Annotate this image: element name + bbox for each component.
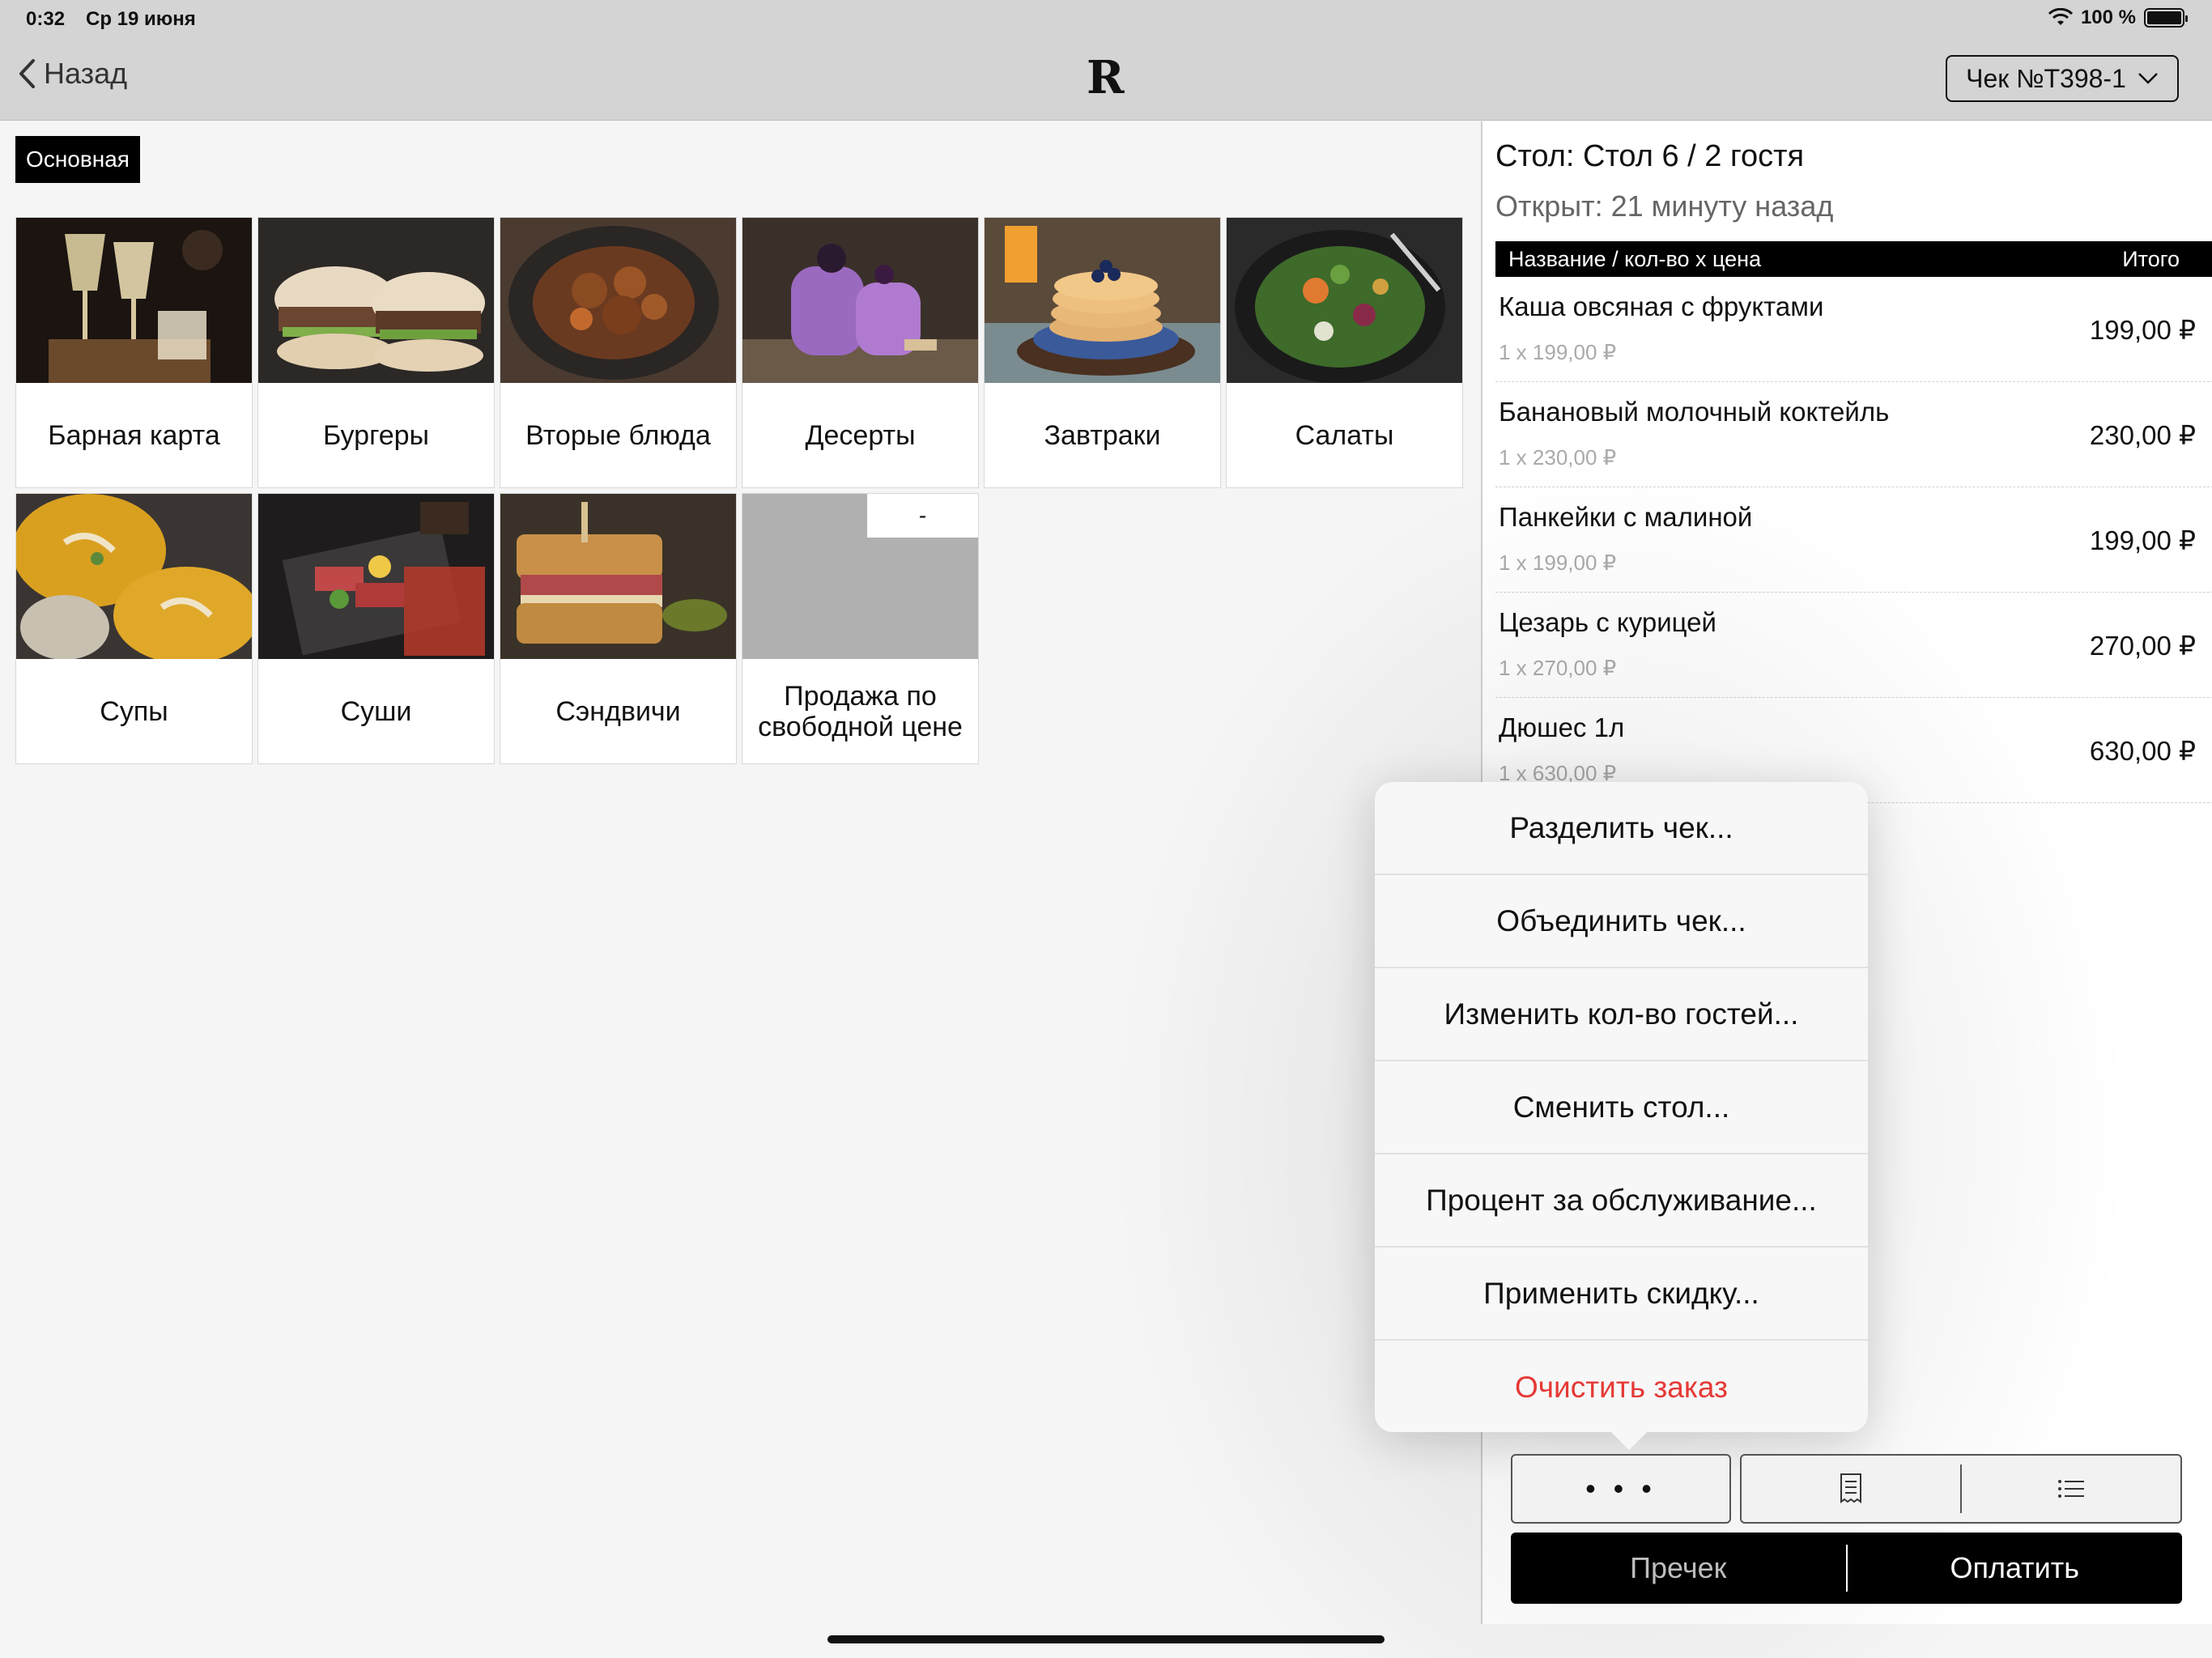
item-total: 199,00 ₽: [2089, 315, 2196, 345]
category-label: Сэндвичи: [555, 696, 681, 727]
item-name: Банановый молочный коктейль: [1499, 397, 1890, 427]
order-row[interactable]: Каша овсяная с фруктами 1 x 199,00 ₽ 199…: [1495, 277, 2212, 382]
category-image-sandwiches: [500, 494, 736, 659]
column-total: Итого: [2122, 246, 2180, 271]
opened-time: Открыт: 21 минуту назад: [1495, 189, 1834, 223]
item-total: 630,00 ₽: [2089, 736, 2196, 766]
menu-change-guests[interactable]: Изменить кол-во гостей...: [1375, 968, 1868, 1061]
list-view-button[interactable]: [1962, 1456, 2180, 1522]
menu-clear-order[interactable]: Очистить заказ: [1375, 1341, 1868, 1434]
view-toggle-group: [1740, 1454, 2182, 1524]
pay-button[interactable]: Оплатить: [1848, 1533, 2183, 1604]
item-qty: 1 x 230,00 ₽: [1499, 445, 1617, 470]
action-bar: Пречек Оплатить: [1511, 1533, 2182, 1604]
order-row[interactable]: Банановый молочный коктейль 1 x 230,00 ₽…: [1495, 382, 2212, 487]
category-tile-burgers[interactable]: Бургеры: [257, 217, 495, 488]
category-image-sushi: [258, 494, 494, 659]
item-qty: 1 x 270,00 ₽: [1499, 656, 1617, 680]
check-actions-popover: Разделить чек... Объединить чек... Измен…: [1375, 782, 1868, 1450]
category-tile-soups[interactable]: Супы: [15, 493, 253, 764]
category-grid: Барная карта Бургеры Вторые блюда Десерт…: [15, 217, 1465, 764]
tile-badge: -: [867, 494, 978, 538]
column-name: Название / кол-во x цена: [1508, 246, 1762, 271]
category-label: Салаты: [1295, 420, 1394, 451]
item-name: Дюшес 1л: [1499, 712, 1625, 742]
more-button[interactable]: • • •: [1511, 1454, 1731, 1524]
category-tile-sushi[interactable]: Суши: [257, 493, 495, 764]
category-image-burgers: [258, 218, 494, 383]
category-tile-sandwiches[interactable]: Сэндвичи: [500, 493, 737, 764]
category-label: Бургеры: [322, 420, 429, 451]
app-logo: R: [1087, 51, 1125, 104]
back-label: Назад: [44, 57, 128, 90]
menu-area: Основная Барная карта Бургеры Вторые блю…: [0, 121, 1480, 1624]
receipt-view-button[interactable]: [1742, 1456, 1960, 1522]
category-tile-desserts[interactable]: Десерты: [742, 217, 979, 488]
item-total: 199,00 ₽: [2089, 525, 2196, 555]
list-icon: [2058, 1480, 2084, 1498]
item-total: 230,00 ₽: [2089, 420, 2196, 450]
category-label: Суши: [340, 696, 412, 727]
item-name: Панкейки с малиной: [1499, 502, 1753, 532]
chevron-down-icon: [2138, 73, 2158, 84]
order-row[interactable]: Панкейки с малиной 1 x 199,00 ₽ 199,00 ₽: [1495, 487, 2212, 593]
chevron-left-icon: [19, 59, 35, 88]
check-label: Чек №T398-1: [1966, 63, 2126, 93]
order-header: Название / кол-во x цена Итого: [1495, 241, 2212, 277]
category-image-salads: [1227, 218, 1462, 383]
battery-icon: [2144, 8, 2188, 28]
item-name: Цезарь с курицей: [1499, 607, 1716, 637]
item-qty: 1 x 199,00 ₽: [1499, 551, 1617, 575]
menu-apply-discount[interactable]: Применить скидку...: [1375, 1248, 1868, 1341]
order-row[interactable]: Цезарь с курицей 1 x 270,00 ₽ 270,00 ₽: [1495, 593, 2212, 698]
category-image-soups: [16, 494, 252, 659]
table-title: Стол: Стол 6 / 2 гостя: [1495, 139, 1805, 173]
category-label: Продажа по свободной цене: [758, 681, 963, 742]
top-bar: 0:32 Ср 19 июня 100 % Назад R Чек №T398-…: [0, 0, 2212, 121]
item-name: Каша овсяная с фруктами: [1499, 291, 1824, 321]
wifi-icon: [2048, 8, 2073, 25]
menu-change-table[interactable]: Сменить стол...: [1375, 1061, 1868, 1154]
category-label: Вторые блюда: [525, 420, 711, 451]
back-button[interactable]: Назад: [18, 57, 127, 91]
category-label: Завтраки: [1044, 420, 1161, 451]
category-tile-salads[interactable]: Салаты: [1226, 217, 1463, 488]
check-selector[interactable]: Чек №T398-1: [1946, 55, 2179, 102]
category-image-desserts: [742, 218, 978, 383]
category-label: Барная карта: [48, 420, 220, 451]
menu-service-percent[interactable]: Процент за обслуживание...: [1375, 1154, 1868, 1248]
status-right: 100 %: [2048, 6, 2188, 29]
order-list: Каша овсяная с фруктами 1 x 199,00 ₽ 199…: [1495, 277, 2212, 803]
battery-percent: 100 %: [2080, 6, 2136, 28]
category-image-breakfast: [985, 218, 1220, 383]
item-qty: 1 x 199,00 ₽: [1499, 340, 1617, 364]
category-tile-breakfast[interactable]: Завтраки: [984, 217, 1221, 488]
menu-split-check[interactable]: Разделить чек...: [1375, 782, 1868, 875]
menu-merge-check[interactable]: Объединить чек...: [1375, 875, 1868, 968]
category-image-bar: [16, 218, 252, 383]
status-time: 0:32: [26, 8, 66, 30]
tab-main[interactable]: Основная: [15, 136, 140, 183]
category-label: Десерты: [805, 420, 916, 451]
status-date: Ср 19 июня: [86, 8, 196, 30]
category-tile-free-price[interactable]: - Продажа по свободной цене: [742, 493, 979, 764]
category-label: Супы: [100, 696, 168, 727]
category-image-main: [500, 218, 736, 383]
receipt-icon: [1840, 1473, 1861, 1503]
item-total: 270,00 ₽: [2089, 631, 2196, 661]
precheck-button[interactable]: Пречек: [1511, 1533, 1846, 1604]
category-tile-main-dishes[interactable]: Вторые блюда: [500, 217, 737, 488]
category-tile-bar[interactable]: Барная карта: [15, 217, 253, 488]
home-indicator[interactable]: [827, 1635, 1385, 1643]
